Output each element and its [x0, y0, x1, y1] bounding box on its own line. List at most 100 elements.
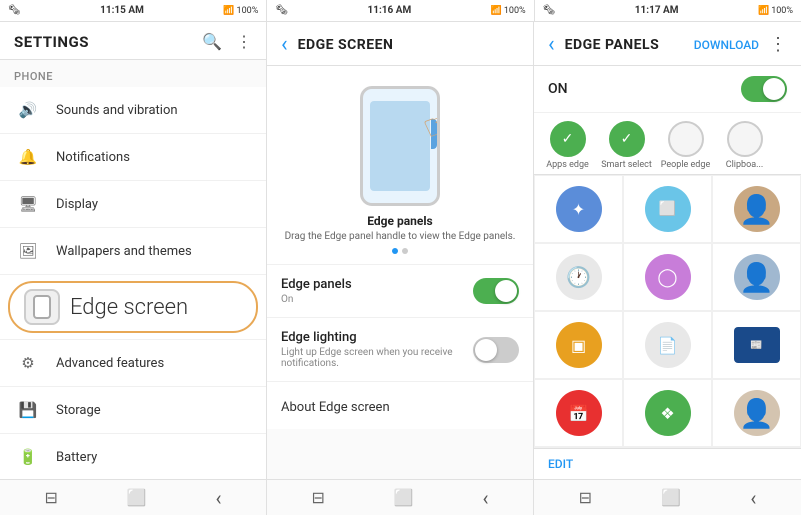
panels-edit-row: EDIT: [534, 448, 801, 479]
back-icon-3[interactable]: ‹: [750, 486, 756, 510]
home-icon-2[interactable]: ⬜: [394, 488, 414, 507]
back-button-edge[interactable]: ‹: [281, 32, 288, 57]
clipboard-check: [727, 121, 763, 157]
panels-tabs: ✓ Apps edge ✓ Smart select People edge C…: [534, 113, 801, 175]
edge-screen-panel-title: EDGE SCREEN: [298, 37, 519, 53]
settings-item-storage[interactable]: 💾 Storage: [0, 387, 266, 434]
back-button-panels[interactable]: ‹: [548, 32, 555, 57]
download-button[interactable]: DOWNLOAD: [694, 38, 759, 52]
grid-item-2[interactable]: ⬜: [623, 175, 712, 243]
more-icon[interactable]: ⋮: [236, 32, 252, 51]
settings-item-wallpapers[interactable]: 🖼 Wallpapers and themes: [0, 228, 266, 275]
newspaper-icon-3: 🗞: [543, 5, 556, 16]
people-edge-check: [668, 121, 704, 157]
newspaper-icon-2: 🗞: [275, 5, 288, 16]
advanced-label: Advanced features: [56, 356, 164, 371]
clipboard-label: Clipboa...: [726, 160, 764, 170]
signal-2: 📶: [491, 6, 502, 16]
edge-about-item[interactable]: About Edge screen: [267, 382, 533, 429]
grid-item-5[interactable]: ▣: [534, 311, 623, 379]
bottom-nav-1: ⊟ ⬜ ‹: [0, 479, 266, 515]
tab-smart-select[interactable]: ✓ Smart select: [599, 121, 654, 170]
apps-edge-check: ✓: [550, 121, 586, 157]
search-icon[interactable]: 🔍: [202, 32, 222, 51]
tab-people-edge[interactable]: People edge: [658, 121, 713, 170]
edge-screen-item[interactable]: Edge screen: [8, 281, 258, 333]
person-thumb-1: 👤: [734, 186, 780, 232]
panels-on-toggle[interactable]: [741, 76, 787, 102]
tab-apps-edge[interactable]: ✓ Apps edge: [540, 121, 595, 170]
grid-item-1[interactable]: ✦: [534, 175, 623, 243]
edge-lighting-option: Edge lighting Light up Edge screen when …: [267, 318, 533, 382]
sounds-icon: 🔊: [14, 96, 42, 124]
phone-illustration: ☞: [360, 86, 440, 206]
grid-item-image-1[interactable]: 📰: [712, 311, 801, 379]
illustration-caption: Edge panels: [367, 214, 432, 228]
wallpapers-label: Wallpapers and themes: [56, 244, 192, 259]
apps-edge-label: Apps edge: [546, 160, 589, 170]
display-label: Display: [56, 197, 98, 212]
grid-icon-3: 🕐: [556, 254, 602, 300]
back-icon-1[interactable]: ‹: [216, 486, 222, 510]
recent-icon-3[interactable]: ⊟: [579, 488, 592, 507]
settings-item-battery[interactable]: 🔋 Battery: [0, 434, 266, 479]
edge-panels-toggle[interactable]: [473, 278, 519, 304]
settings-item-sounds[interactable]: 🔊 Sounds and vibration: [0, 87, 266, 134]
sounds-label: Sounds and vibration: [56, 103, 178, 118]
time-2: 11:16 AM: [367, 5, 411, 16]
back-icon-2[interactable]: ‹: [483, 486, 489, 510]
dot-2: [402, 248, 408, 254]
edge-panels-option: Edge panels On: [267, 265, 533, 318]
edge-panels-title: EDGE PANELS: [565, 37, 684, 53]
display-icon: 🖥: [14, 190, 42, 218]
settings-header: SETTINGS 🔍 ⋮: [0, 22, 266, 60]
advanced-icon: ⚙: [14, 349, 42, 377]
home-icon-1[interactable]: ⬜: [127, 488, 147, 507]
grid-item-6[interactable]: 📄: [623, 311, 712, 379]
people-edge-label: People edge: [661, 160, 710, 170]
grid-item-10[interactable]: ❤: [623, 447, 712, 448]
more-icon-panels[interactable]: ⋮: [769, 34, 787, 55]
grid-item-image-2[interactable]: 🎆: [712, 447, 801, 448]
person-thumb-2: 👤: [734, 254, 780, 300]
grid-item-4[interactable]: ◯: [623, 243, 712, 311]
settings-item-advanced[interactable]: ⚙ Advanced features: [0, 340, 266, 387]
settings-item-notifications[interactable]: 🔔 Notifications: [0, 134, 266, 181]
smart-select-label: Smart select: [601, 160, 652, 170]
notifications-icon: 🔔: [14, 143, 42, 171]
battery-3: 100%: [771, 6, 793, 16]
dot-1: [392, 248, 398, 254]
recent-icon-2[interactable]: ⊟: [311, 488, 324, 507]
edge-panels-title: Edge panels: [281, 277, 352, 292]
grid-item-8[interactable]: ❖: [623, 379, 712, 447]
storage-icon: 💾: [14, 396, 42, 424]
grid-item-person-2[interactable]: 👤: [712, 243, 801, 311]
edge-lighting-toggle[interactable]: [473, 337, 519, 363]
battery-icon: 🔋: [14, 443, 42, 471]
grid-icon-2: ⬜: [645, 186, 691, 232]
grid-item-person-1[interactable]: 👤: [712, 175, 801, 243]
settings-list: PHONE 🔊 Sounds and vibration 🔔 Notificat…: [0, 60, 266, 479]
tab-clipboard[interactable]: Clipboa...: [717, 121, 772, 170]
home-icon-3[interactable]: ⬜: [661, 488, 681, 507]
edge-panels-panel: ‹ EDGE PANELS DOWNLOAD ⋮ ON ✓ Apps edge …: [534, 22, 801, 515]
edge-about-label: About Edge screen: [281, 400, 390, 415]
edge-panels-header: ‹ EDGE PANELS DOWNLOAD ⋮: [534, 22, 801, 66]
grid-icon-4: ◯: [645, 254, 691, 300]
grid-item-3[interactable]: 🕐: [534, 243, 623, 311]
edit-button[interactable]: EDIT: [548, 457, 573, 471]
settings-item-display[interactable]: 🖥 Display: [0, 181, 266, 228]
settings-title: SETTINGS: [14, 33, 89, 51]
main-panels: SETTINGS 🔍 ⋮ PHONE 🔊 Sounds and vibratio…: [0, 22, 801, 515]
newspaper-icon-1: 🗞: [8, 5, 21, 16]
grid-item-7[interactable]: 📅: [534, 379, 623, 447]
battery-label: Battery: [56, 450, 97, 465]
recent-icon-1[interactable]: ⊟: [44, 488, 57, 507]
grid-item-person-3[interactable]: 👤: [712, 379, 801, 447]
grid-icon-5: ▣: [556, 322, 602, 368]
signal-3: 📶: [758, 6, 769, 16]
grid-item-9[interactable]: 📅: [534, 447, 623, 448]
status-bar-2: 🗞 11:16 AM 📶 100%: [267, 0, 534, 22]
edge-illustration: ☞ Edge panels Drag the Edge panel handle…: [267, 66, 533, 265]
phone-section-label: PHONE: [0, 60, 266, 87]
